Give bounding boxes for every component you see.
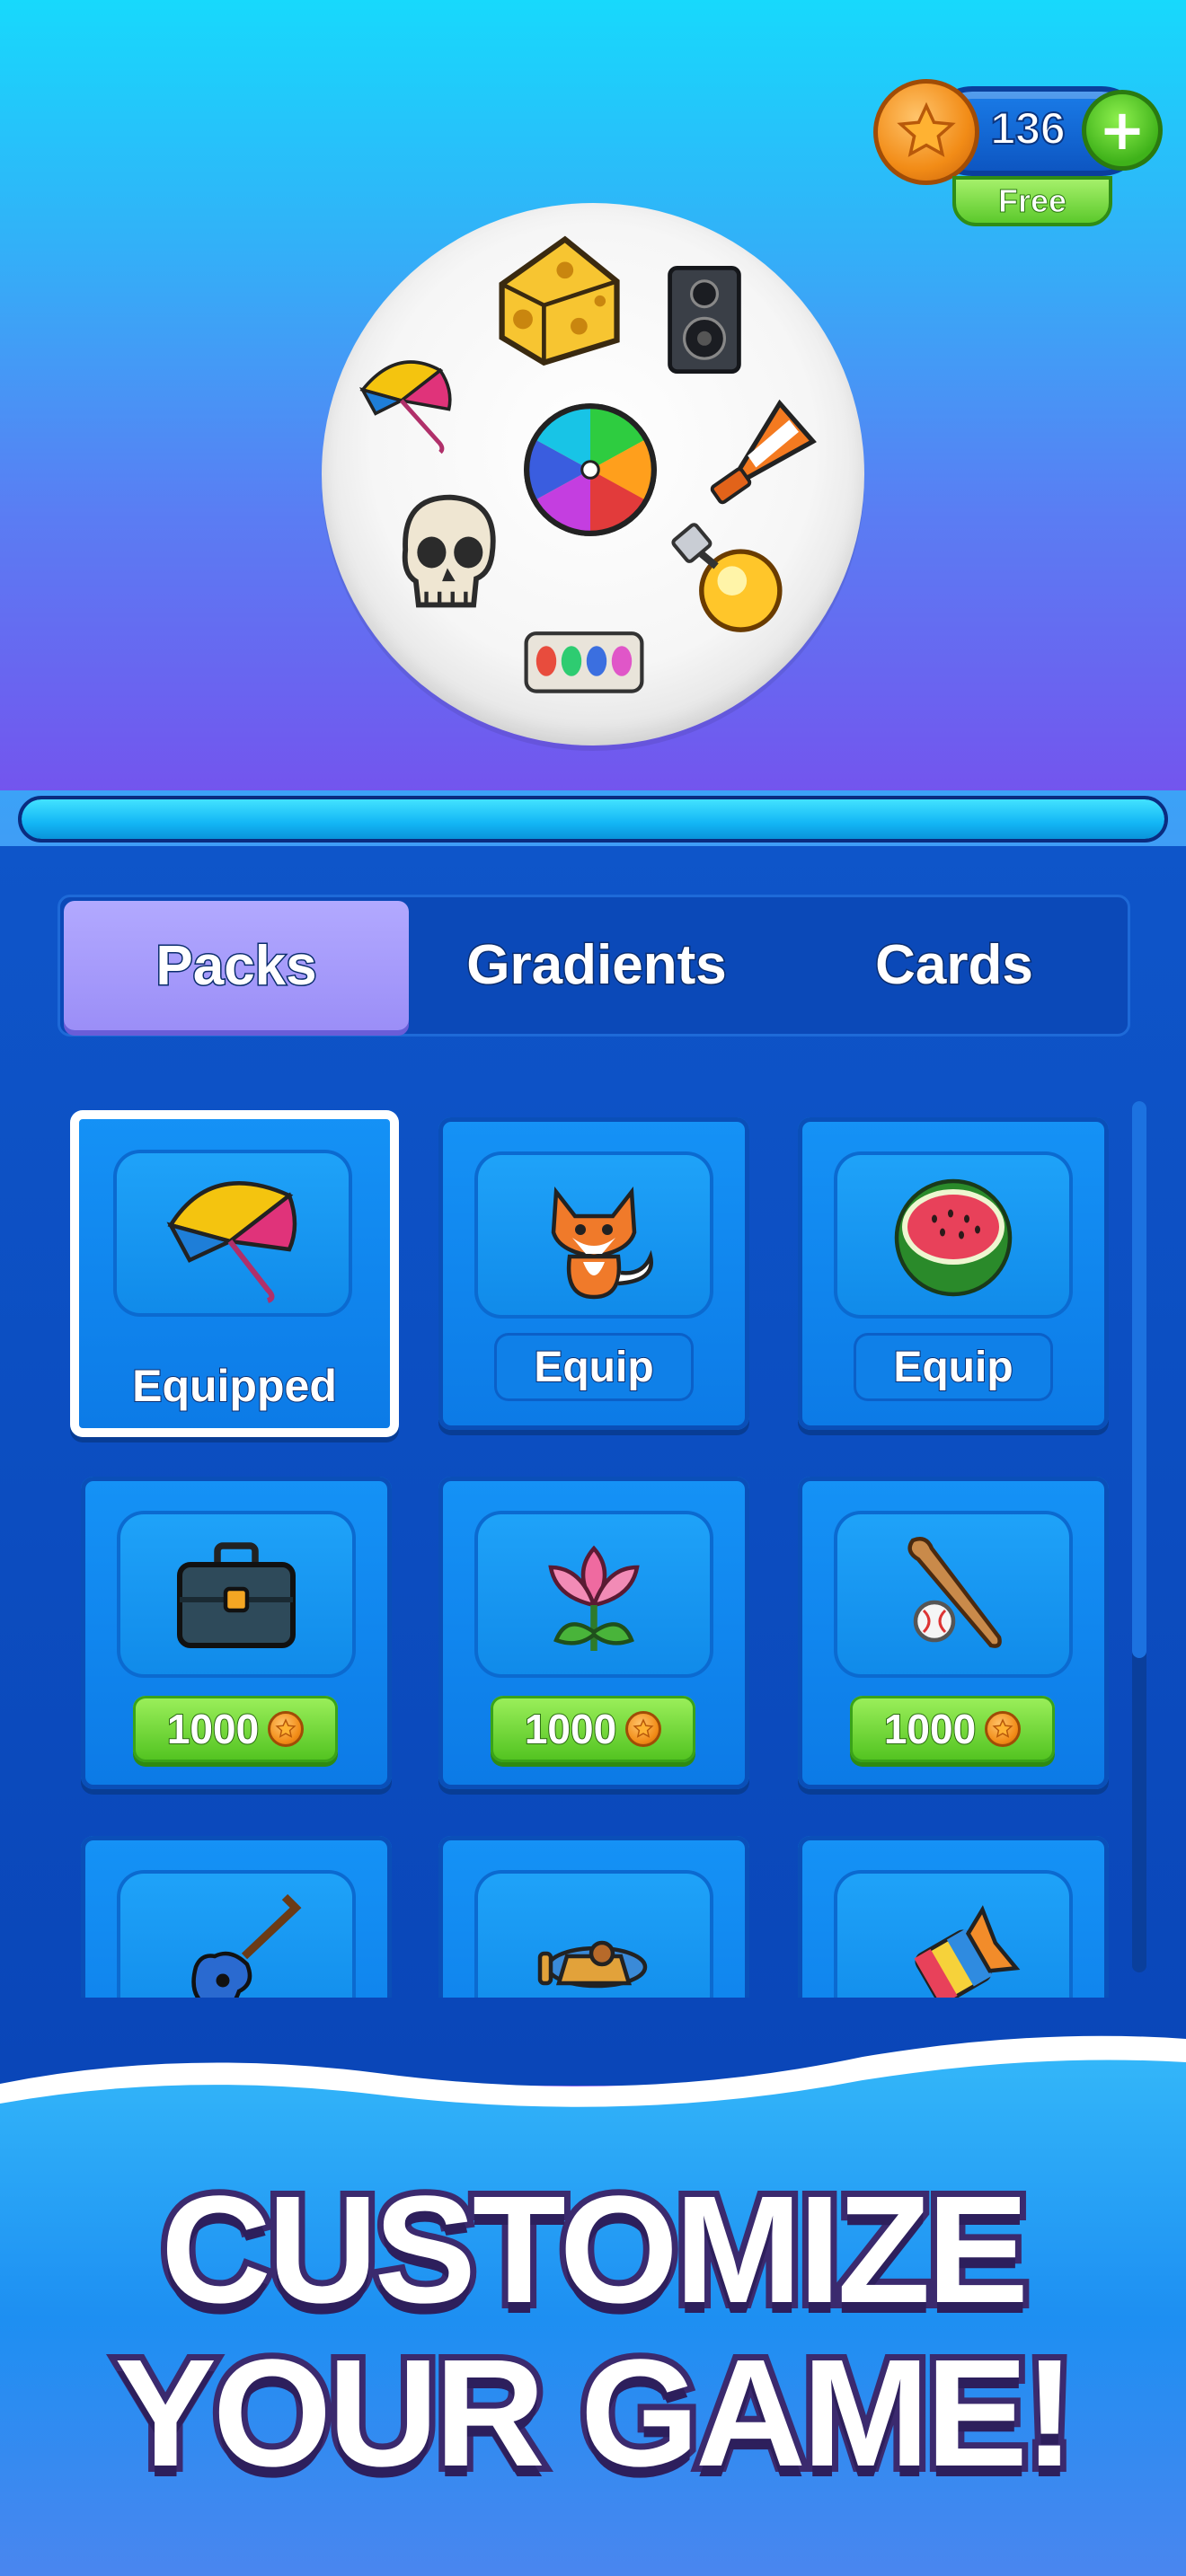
price-label: 1000 bbox=[166, 1705, 260, 1753]
guitar-icon bbox=[191, 1893, 302, 1998]
skull-icon bbox=[379, 485, 510, 620]
buy-button[interactable]: 1000 bbox=[491, 1696, 695, 1762]
scrollbar-thumb[interactable] bbox=[1132, 1101, 1146, 1658]
briefcase-icon bbox=[177, 1542, 296, 1648]
baseball-bat-icon bbox=[907, 1537, 1002, 1648]
coin-icon bbox=[625, 1711, 662, 1747]
promo-banner: CUSTOMIZE YOUR GAME! bbox=[0, 2021, 1186, 2576]
pack-card-candy[interactable] bbox=[798, 1836, 1109, 1998]
speaker-icon bbox=[659, 262, 749, 377]
tab-gradients[interactable]: Gradients bbox=[420, 897, 774, 1032]
pack-card-guitar[interactable] bbox=[81, 1836, 392, 1998]
equip-button[interactable]: Equip bbox=[494, 1333, 694, 1401]
pack-card-airplane[interactable] bbox=[438, 1836, 749, 1998]
pack-card-baseball-bat[interactable]: 1000 bbox=[798, 1477, 1109, 1789]
lotus-icon bbox=[548, 1545, 640, 1651]
candy-icon bbox=[914, 1905, 1021, 1998]
progress-fill bbox=[22, 799, 1164, 839]
headline-line-2: YOUR GAME! bbox=[109, 2328, 1082, 2499]
pack-card-umbrella[interactable]: Equipped bbox=[70, 1110, 399, 1437]
coin-icon bbox=[873, 79, 979, 185]
equip-button[interactable]: Equip bbox=[854, 1333, 1053, 1401]
pack-card-fox[interactable]: Equip bbox=[438, 1117, 749, 1430]
cheese-icon bbox=[485, 228, 631, 368]
free-coins-button[interactable]: Free bbox=[952, 176, 1112, 226]
tab-packs[interactable]: Packs bbox=[64, 901, 409, 1030]
pack-card-lotus[interactable]: 1000 bbox=[438, 1477, 749, 1789]
coin-icon bbox=[268, 1711, 305, 1747]
coin-balance: 136 bbox=[989, 102, 1066, 154]
light-bulb-icon bbox=[663, 517, 789, 640]
buy-button[interactable]: 1000 bbox=[850, 1696, 1055, 1762]
category-tabs: Packs Gradients Cards bbox=[58, 895, 1130, 1037]
coin-icon bbox=[985, 1711, 1022, 1747]
traffic-cone-icon bbox=[706, 393, 825, 505]
beach-ball-icon bbox=[521, 401, 659, 539]
currency-widget: 136 + Free bbox=[873, 79, 1170, 232]
airplane-icon bbox=[537, 1940, 648, 1989]
tab-cards[interactable]: Cards bbox=[784, 897, 1124, 1032]
grid-scrollbar[interactable] bbox=[1132, 1101, 1146, 1972]
umbrella-icon bbox=[166, 1181, 297, 1303]
watermelon-icon bbox=[894, 1178, 1013, 1297]
pack-card-briefcase[interactable]: 1000 bbox=[81, 1477, 392, 1789]
packs-grid: Equipped Equip Equip 1000 1000 1000 bbox=[0, 1096, 1186, 1998]
preview-plate bbox=[322, 203, 864, 745]
headline-line-1: CUSTOMIZE bbox=[155, 2165, 1035, 2335]
fox-icon bbox=[551, 1186, 653, 1300]
add-coins-button[interactable]: + bbox=[1082, 90, 1163, 171]
egg-carton-icon bbox=[521, 625, 647, 697]
progress-bar bbox=[18, 796, 1168, 842]
pack-card-watermelon[interactable]: Equip bbox=[798, 1117, 1109, 1430]
price-label: 1000 bbox=[524, 1705, 617, 1753]
equipped-label: Equipped bbox=[131, 1360, 338, 1412]
buy-button[interactable]: 1000 bbox=[133, 1696, 338, 1762]
price-label: 1000 bbox=[883, 1705, 977, 1753]
umbrella-icon bbox=[354, 347, 462, 454]
